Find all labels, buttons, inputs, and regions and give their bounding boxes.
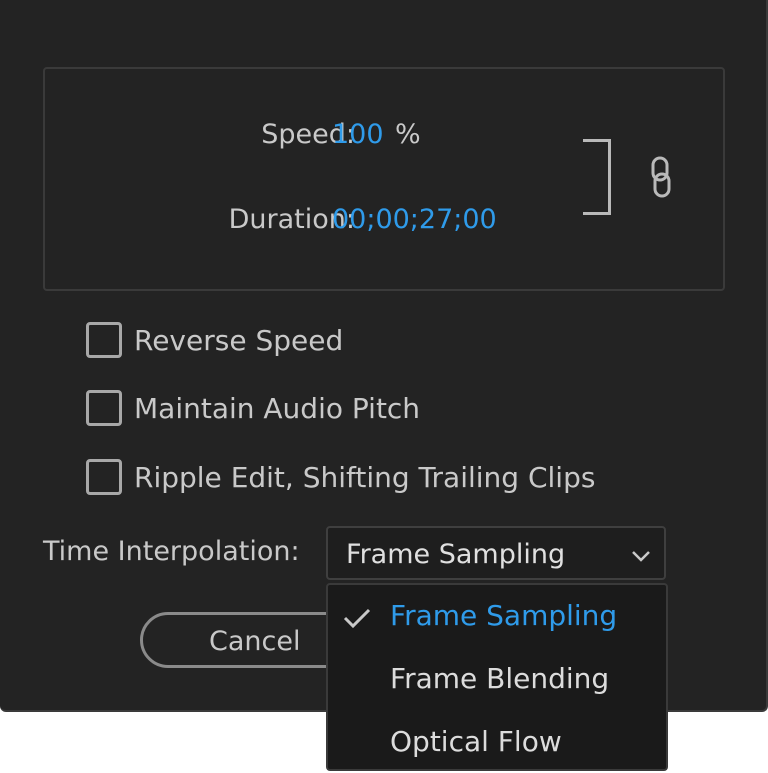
duration-value[interactable]: 00;00;27;00 — [332, 204, 497, 235]
menu-item-label: Frame Blending — [390, 662, 610, 695]
time-interpolation-label: Time Interpolation: — [43, 536, 300, 567]
chain-link-icon[interactable] — [649, 155, 673, 199]
menu-item-label: Optical Flow — [390, 725, 562, 758]
cancel-label: Cancel — [209, 626, 301, 657]
reverse-speed-checkbox[interactable] — [86, 322, 122, 358]
menu-item-frame-sampling[interactable]: Frame Sampling — [328, 587, 666, 647]
speed-label: Speed: — [261, 119, 355, 150]
menu-item-label: Frame Sampling — [390, 599, 618, 632]
maintain-audio-pitch-label: Maintain Audio Pitch — [134, 391, 421, 425]
time-interpolation-menu: Frame Sampling Frame Blending Optical Fl… — [326, 583, 668, 771]
time-interpolation-selected: Frame Sampling — [346, 539, 566, 570]
ripple-edit-label: Ripple Edit, Shifting Trailing Clips — [134, 460, 596, 494]
ripple-edit-checkbox[interactable] — [86, 459, 122, 495]
speed-duration-group: Speed: 100 % Duration: 00;00;27;00 — [43, 67, 725, 291]
link-bracket — [583, 139, 611, 215]
menu-item-optical-flow[interactable]: Optical Flow — [328, 713, 666, 773]
speed-value[interactable]: 100 — [332, 119, 384, 150]
maintain-audio-pitch-option[interactable]: Maintain Audio Pitch — [86, 388, 420, 428]
duration-label: Duration: — [228, 204, 355, 235]
ripple-edit-option[interactable]: Ripple Edit, Shifting Trailing Clips — [86, 457, 595, 497]
menu-item-frame-blending[interactable]: Frame Blending — [328, 650, 666, 710]
reverse-speed-label: Reverse Speed — [134, 323, 344, 357]
maintain-audio-pitch-checkbox[interactable] — [86, 390, 122, 426]
time-interpolation-dropdown[interactable]: Frame Sampling — [326, 526, 666, 580]
chevron-down-icon — [630, 548, 652, 562]
checkmark-icon — [342, 607, 372, 629]
speed-unit: % — [395, 119, 421, 150]
reverse-speed-option[interactable]: Reverse Speed — [86, 320, 343, 360]
